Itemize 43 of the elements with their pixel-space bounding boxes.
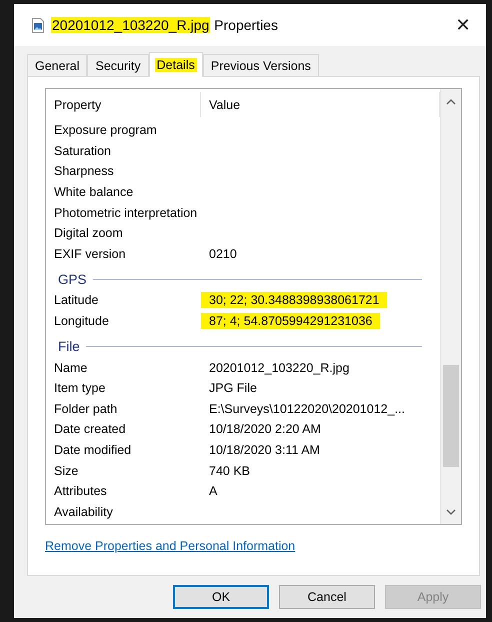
property-value: 87; 4; 54.8705994291231036	[201, 313, 380, 330]
property-name: Attributes	[53, 484, 108, 498]
dialog-button[interactable]: Cancel	[279, 585, 375, 609]
group-heading: GPS	[58, 272, 87, 287]
scroll-up-icon[interactable]	[446, 98, 456, 104]
property-name: Size	[53, 464, 80, 478]
tab[interactable]: Details	[148, 52, 203, 77]
property-value: JPG File	[208, 380, 258, 396]
property-name: Sharpness	[53, 164, 115, 178]
property-name: Digital zoom	[53, 226, 124, 240]
tab[interactable]: Security	[87, 54, 149, 76]
property-name: Item type	[53, 381, 106, 396]
close-button[interactable]: ✕	[440, 4, 486, 46]
window-title: 20201012_103220_R.jpg Properties	[50, 17, 279, 33]
property-name: Exposure program	[53, 123, 158, 138]
dialog-button[interactable]: OK	[173, 585, 269, 609]
property-value: E:\Surveys\10122020\20201012_...	[208, 400, 406, 417]
property-name: Name	[53, 360, 88, 375]
property-value: 20201012_103220_R.jpg	[208, 360, 350, 376]
tab[interactable]: Previous Versions	[202, 54, 319, 76]
remove-properties-link[interactable]: Remove Properties and Personal Information	[45, 539, 296, 553]
property-value: 0210	[208, 246, 238, 262]
property-name: Saturation	[53, 144, 112, 158]
tab[interactable]: General	[27, 54, 88, 76]
property-name: Photometric interpretation	[53, 206, 198, 220]
scroll-down-icon[interactable]	[446, 508, 456, 514]
property-name: Longitude	[53, 314, 110, 328]
property-value: 10/18/2020 2:20 AM	[208, 421, 322, 438]
property-name: Folder path	[53, 402, 118, 416]
group-heading: File	[58, 338, 80, 354]
property-name: Date modified	[53, 443, 132, 458]
property-name: White balance	[53, 185, 134, 200]
property-value: A	[208, 483, 218, 500]
scrollbar-thumb[interactable]	[443, 365, 459, 467]
property-name: EXIF version	[53, 246, 127, 261]
property-value: 10/18/2020 3:11 AM	[208, 442, 321, 458]
property-name: Date created	[53, 422, 127, 436]
column-header[interactable]: Property	[46, 92, 201, 117]
property-value: 740 KB	[208, 462, 252, 479]
property-name: Latitude	[53, 293, 100, 308]
property-name: Availability	[53, 504, 114, 519]
property-value: 30; 22; 30.3488398938061721	[201, 292, 388, 308]
image-file-icon	[32, 18, 44, 32]
